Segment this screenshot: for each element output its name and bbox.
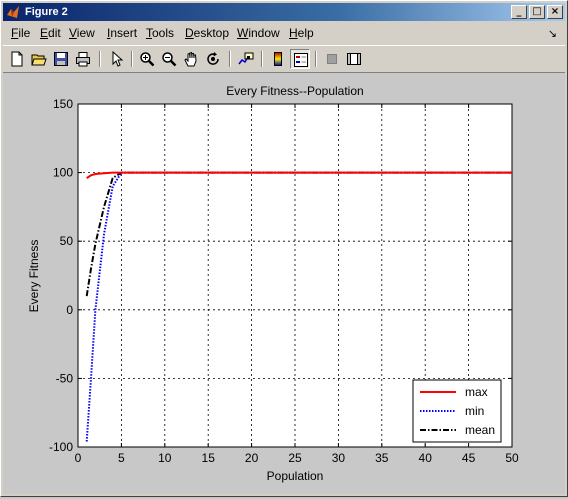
menu-tools[interactable]: Tools xyxy=(146,26,174,40)
x-tick-label: 5 xyxy=(118,451,125,465)
x-tick-label: 15 xyxy=(202,451,216,465)
minimize-button[interactable]: _ xyxy=(511,5,527,19)
y-tick-label: -100 xyxy=(49,440,73,454)
x-tick-label: 30 xyxy=(332,451,346,465)
legend-label-mean: mean xyxy=(465,423,495,437)
toolbar-separator xyxy=(131,51,133,67)
y-tick-label: 150 xyxy=(53,97,73,111)
zoom-out-icon[interactable] xyxy=(159,49,179,69)
menu-insert[interactable]: Insert xyxy=(107,26,137,40)
open-file-icon[interactable] xyxy=(29,49,49,69)
x-tick-label: 10 xyxy=(158,451,172,465)
hide-plot-tools-icon[interactable] xyxy=(322,49,342,69)
figure-window: Figure 2 _ □ × File Edit View Insert Too… xyxy=(0,0,568,497)
figure-toolbar xyxy=(3,45,565,73)
x-tick-label: 35 xyxy=(375,451,389,465)
toolbar-separator xyxy=(229,51,231,67)
close-button[interactable]: × xyxy=(547,5,563,19)
menu-file[interactable]: File xyxy=(11,26,30,40)
toolbar-separator xyxy=(315,51,317,67)
legend-label-min: min xyxy=(465,404,484,418)
dock-figure-icon[interactable]: ↘ xyxy=(548,27,557,40)
x-tick-label: 40 xyxy=(419,451,433,465)
save-icon[interactable] xyxy=(51,49,71,69)
show-plot-tools-icon[interactable] xyxy=(344,49,364,69)
x-tick-label: 0 xyxy=(75,451,82,465)
window-title: Figure 2 xyxy=(25,6,68,18)
legend[interactable]: max min mean xyxy=(412,379,502,443)
data-cursor-icon[interactable] xyxy=(236,49,256,69)
print-icon[interactable] xyxy=(73,49,93,69)
y-axis-label: Every Fitness xyxy=(27,240,41,313)
toolbar-separator xyxy=(99,51,101,67)
zoom-in-icon[interactable] xyxy=(137,49,157,69)
rotate-3d-icon[interactable] xyxy=(203,49,223,69)
figure-canvas[interactable]: 0 5 10 15 20 25 30 35 40 45 50 -100 -50 0 50 100 150 Eve… xyxy=(3,73,565,494)
title-bar[interactable]: Figure 2 _ □ × xyxy=(3,3,565,21)
edit-plot-arrow-icon[interactable] xyxy=(107,49,127,69)
pan-hand-icon[interactable] xyxy=(181,49,201,69)
legend-icon[interactable] xyxy=(290,49,310,69)
menu-window[interactable]: Window xyxy=(237,26,280,40)
legend-label-max: max xyxy=(465,385,488,399)
y-tick-label: 100 xyxy=(53,166,73,180)
menu-desktop[interactable]: Desktop xyxy=(185,26,229,40)
colorbar-icon[interactable] xyxy=(268,49,288,69)
toolbar-separator xyxy=(261,51,263,67)
x-tick-label: 45 xyxy=(462,451,476,465)
x-tick-label: 50 xyxy=(505,451,519,465)
menu-edit[interactable]: Edit xyxy=(40,26,61,40)
new-figure-icon[interactable] xyxy=(7,49,27,69)
x-tick-label: 20 xyxy=(245,451,259,465)
chart-title: Every Fitness--Population xyxy=(226,84,363,98)
y-tick-label: 50 xyxy=(60,234,74,248)
maximize-button[interactable]: □ xyxy=(529,5,545,19)
menu-bar: File Edit View Insert Tools Desktop Wind… xyxy=(3,23,565,43)
y-tick-label: 0 xyxy=(66,303,73,317)
menu-view[interactable]: View xyxy=(69,26,95,40)
y-tick-label: -50 xyxy=(56,371,74,385)
fitness-chart[interactable]: 0 5 10 15 20 25 30 35 40 45 50 -100 -50 0 50 100 150 Eve… xyxy=(3,73,565,494)
x-axis-label: Population xyxy=(267,469,324,483)
menu-help[interactable]: Help xyxy=(289,26,314,40)
x-tick-label: 25 xyxy=(288,451,302,465)
matlab-logo-icon xyxy=(7,6,19,18)
